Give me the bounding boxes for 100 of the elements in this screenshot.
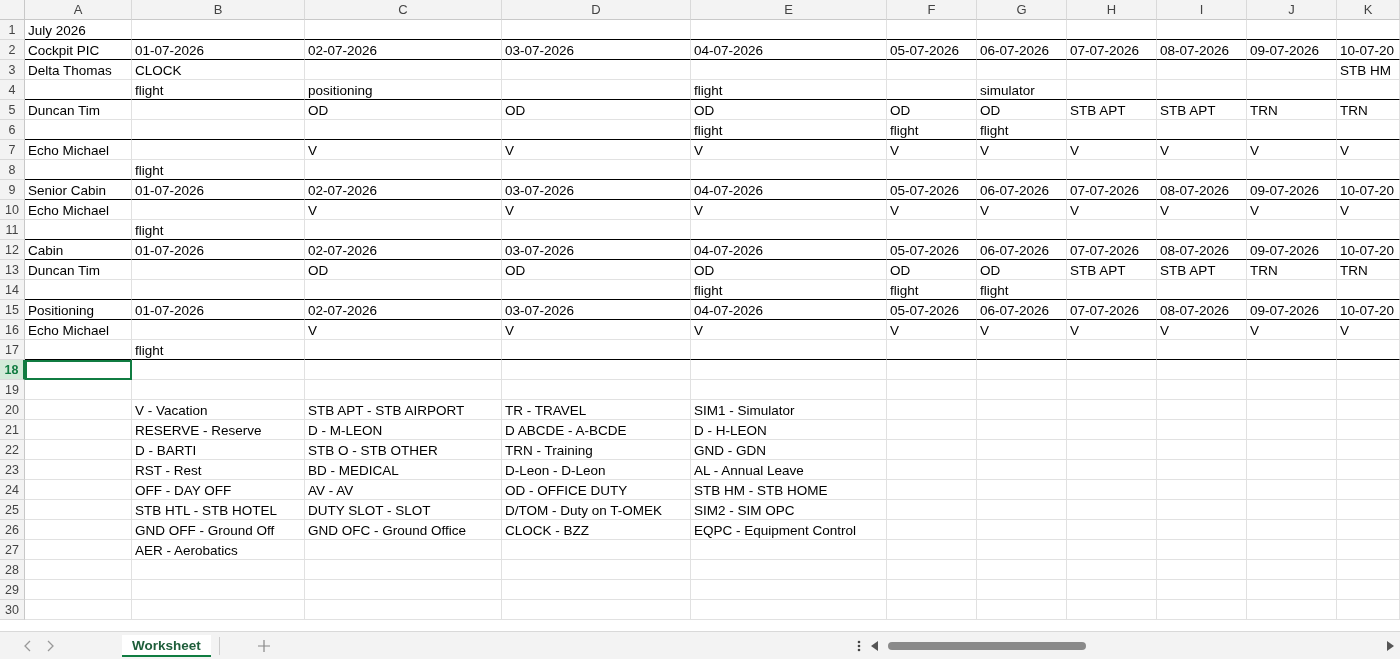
row-header[interactable]: 16 bbox=[0, 320, 25, 340]
table-cell: D - M-LEON bbox=[305, 420, 502, 440]
row-header[interactable]: 3 bbox=[0, 60, 25, 80]
row-header[interactable]: 1 bbox=[0, 20, 25, 40]
row-header[interactable]: 30 bbox=[0, 600, 25, 620]
next-sheet-icon[interactable] bbox=[46, 639, 54, 652]
row-header[interactable]: 2 bbox=[0, 40, 25, 60]
row-header[interactable]: 27 bbox=[0, 540, 25, 560]
table-cell: Senior Cabin bbox=[25, 180, 132, 200]
table-cell: 03-07-2026 bbox=[502, 300, 691, 320]
table-cell: flight bbox=[977, 280, 1067, 300]
table-cell: flight bbox=[132, 220, 305, 240]
table-cell: July 2026 bbox=[25, 20, 132, 40]
row-header[interactable]: 19 bbox=[0, 380, 25, 400]
row-header[interactable]: 7 bbox=[0, 140, 25, 160]
table-cell: SIM2 - SIM OPC bbox=[691, 500, 887, 520]
table-cell: V bbox=[1157, 320, 1247, 340]
table-cell: STB APT bbox=[1157, 260, 1247, 280]
table-cell: RST - Rest bbox=[132, 460, 305, 480]
table-cell: 06-07-2026 bbox=[977, 300, 1067, 320]
scroll-right-icon[interactable] bbox=[1387, 640, 1394, 651]
row-header[interactable]: 8 bbox=[0, 160, 25, 180]
column-header[interactable]: J bbox=[1247, 0, 1337, 20]
row-header[interactable]: 25 bbox=[0, 500, 25, 520]
column-header[interactable]: F bbox=[887, 0, 977, 20]
table-cell: 10-07-20 bbox=[1337, 40, 1400, 60]
table-cell: 06-07-2026 bbox=[977, 240, 1067, 260]
column-header[interactable]: A bbox=[25, 0, 132, 20]
row-header[interactable]: 20 bbox=[0, 400, 25, 420]
row-header[interactable]: 13 bbox=[0, 260, 25, 280]
table-cell: Cockpit PIC bbox=[25, 40, 132, 60]
table-cell: 02-07-2026 bbox=[305, 40, 502, 60]
row-header[interactable]: 15 bbox=[0, 300, 25, 320]
table-cell: V bbox=[691, 140, 887, 160]
table-cell: 03-07-2026 bbox=[502, 240, 691, 260]
column-header[interactable]: C bbox=[305, 0, 502, 20]
table-cell: V bbox=[1067, 320, 1157, 340]
add-sheet-icon[interactable] bbox=[257, 639, 270, 652]
row-header[interactable]: 24 bbox=[0, 480, 25, 500]
table-cell: OD bbox=[977, 100, 1067, 120]
table-cell: V bbox=[1247, 320, 1337, 340]
row-header[interactable]: 17 bbox=[0, 340, 25, 360]
table-cell: TRN bbox=[1337, 260, 1400, 280]
more-options-icon[interactable] bbox=[857, 639, 861, 652]
table-cell: 09-07-2026 bbox=[1247, 300, 1337, 320]
table-cell: 10-07-20 bbox=[1337, 300, 1400, 320]
table-cell: V bbox=[887, 200, 977, 220]
table-cell: 10-07-20 bbox=[1337, 240, 1400, 260]
table-cell: V bbox=[502, 140, 691, 160]
row-header[interactable]: 10 bbox=[0, 200, 25, 220]
sheet-tab[interactable]: Worksheet bbox=[122, 634, 211, 657]
column-header[interactable]: H bbox=[1067, 0, 1157, 20]
table-cell: Echo Michael bbox=[25, 140, 132, 160]
row-header[interactable]: 12 bbox=[0, 240, 25, 260]
table-cell: positioning bbox=[305, 80, 502, 100]
table-cell: STB HM bbox=[1337, 60, 1400, 80]
row-header[interactable]: 21 bbox=[0, 420, 25, 440]
table-cell: V bbox=[1247, 140, 1337, 160]
table-cell: 04-07-2026 bbox=[691, 300, 887, 320]
table-cell: D - BARTI bbox=[132, 440, 305, 460]
row-header[interactable]: 18 bbox=[0, 360, 25, 380]
scrollbar-thumb[interactable] bbox=[888, 641, 1086, 650]
table-cell: V bbox=[691, 320, 887, 340]
row-header[interactable]: 14 bbox=[0, 280, 25, 300]
row-header[interactable]: 22 bbox=[0, 440, 25, 460]
table-cell: flight bbox=[887, 280, 977, 300]
row-header[interactable]: 26 bbox=[0, 520, 25, 540]
previous-sheet-icon[interactable] bbox=[24, 639, 32, 652]
table-cell: 03-07-2026 bbox=[502, 180, 691, 200]
table-cell: flight bbox=[691, 80, 887, 100]
row-header[interactable]: 23 bbox=[0, 460, 25, 480]
column-header[interactable]: I bbox=[1157, 0, 1247, 20]
table-cell: OD - OFFICE DUTY bbox=[502, 480, 691, 500]
table-cell: V - Vacation bbox=[132, 400, 305, 420]
table-cell: V bbox=[305, 320, 502, 340]
column-header[interactable]: K bbox=[1337, 0, 1400, 20]
table-cell: V bbox=[1067, 140, 1157, 160]
table-cell: STB APT bbox=[1067, 100, 1157, 120]
table-cell: RESERVE - Reserve bbox=[132, 420, 305, 440]
row-header[interactable]: 28 bbox=[0, 560, 25, 580]
table-cell: 04-07-2026 bbox=[691, 240, 887, 260]
table-cell: 05-07-2026 bbox=[887, 240, 977, 260]
table-cell: Echo Michael bbox=[25, 320, 132, 340]
table-cell: 09-07-2026 bbox=[1247, 240, 1337, 260]
column-header[interactable]: D bbox=[502, 0, 691, 20]
table-cell: 02-07-2026 bbox=[305, 300, 502, 320]
column-header[interactable]: E bbox=[691, 0, 887, 20]
row-header[interactable]: 11 bbox=[0, 220, 25, 240]
column-header[interactable]: G bbox=[977, 0, 1067, 20]
row-header[interactable]: 5 bbox=[0, 100, 25, 120]
table-cell: 08-07-2026 bbox=[1157, 300, 1247, 320]
table-cell: 08-07-2026 bbox=[1157, 240, 1247, 260]
table-cell: V bbox=[887, 320, 977, 340]
row-header[interactable]: 9 bbox=[0, 180, 25, 200]
scroll-left-icon[interactable] bbox=[871, 640, 878, 651]
row-header[interactable]: 29 bbox=[0, 580, 25, 600]
row-header[interactable]: 4 bbox=[0, 80, 25, 100]
row-header[interactable]: 6 bbox=[0, 120, 25, 140]
column-header[interactable]: B bbox=[132, 0, 305, 20]
table-cell: AER - Aerobatics bbox=[132, 540, 305, 560]
